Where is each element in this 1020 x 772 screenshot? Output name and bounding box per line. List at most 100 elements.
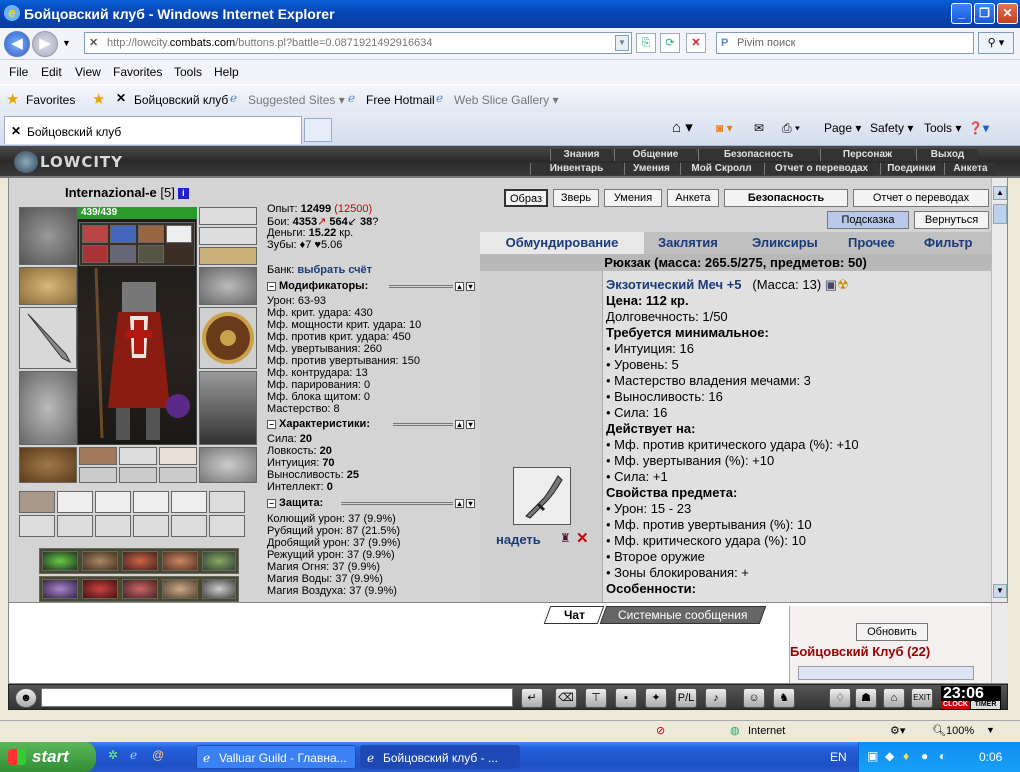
exit-door-icon[interactable]: EXIT (911, 688, 933, 708)
modifiers-header[interactable]: − Модификаторы: ▴ ▾ (267, 280, 475, 293)
scroll-slot[interactable] (19, 491, 55, 513)
helmet-slot[interactable] (19, 207, 77, 265)
scroll-slot[interactable] (57, 491, 93, 513)
tray-clock[interactable]: 0:06 (979, 750, 1002, 764)
fav-club-link[interactable]: Бойцовский клуб (134, 93, 228, 107)
tools-menu[interactable]: Tools ▾ (924, 121, 961, 135)
rss-icon[interactable]: ◙ ▾ (716, 121, 733, 135)
fav-suggested-sites[interactable]: Suggested Sites ▾ (248, 93, 345, 107)
nav-inventory[interactable]: Инвентарь (530, 163, 622, 175)
fighter-icon[interactable]: ✦ (645, 688, 667, 708)
skills-button[interactable]: Умения (604, 189, 662, 207)
address-input[interactable]: ✕ http://lowcity.combats.com/buttons.pl?… (84, 32, 632, 54)
up-arrow-icon[interactable]: ▴ (455, 282, 464, 291)
tray-network-icon[interactable]: ▣ (867, 749, 878, 763)
scroll-up-icon[interactable]: ▲ (993, 186, 1007, 200)
rune-slots[interactable] (79, 222, 195, 266)
hint-button[interactable]: Подсказка (827, 211, 909, 229)
chat-scrollbar[interactable] (991, 603, 1008, 683)
leggings-slot[interactable] (199, 371, 257, 445)
defense-header[interactable]: − Защита: ▴ ▾ (267, 497, 475, 510)
zoom-level[interactable]: 100% (946, 725, 974, 737)
scroll-down-icon[interactable]: ▼ (993, 584, 1007, 598)
nav-security[interactable]: Безопасность (698, 149, 818, 161)
rune-slot[interactable] (138, 245, 164, 263)
up-arrow-icon[interactable]: ▴ (455, 420, 464, 429)
transfer-report-button[interactable]: Отчет о переводах (853, 189, 989, 207)
menu-edit[interactable]: Edit (41, 65, 62, 79)
task-club[interactable]: ℯ Бойцовский клуб - ... (360, 745, 520, 769)
weapon-slot[interactable] (19, 307, 77, 369)
menu-tools[interactable]: Tools (174, 65, 202, 79)
tray-icon[interactable]: ● (921, 749, 928, 763)
nav-character[interactable]: Персонаж (820, 149, 914, 161)
item-slot[interactable] (119, 467, 157, 483)
shield-slot[interactable] (199, 307, 257, 369)
rune-slot[interactable] (110, 225, 136, 243)
amulet-slot[interactable] (199, 227, 257, 245)
tray-icon[interactable]: ◆ (885, 749, 894, 763)
collapse-icon[interactable]: − (267, 281, 276, 291)
nav-profile[interactable]: Анкета (944, 163, 996, 175)
address-dropdown-icon[interactable]: ▼ (615, 35, 629, 51)
nav-my-scroll[interactable]: Мой Скролл (680, 163, 762, 175)
rune-slot[interactable] (82, 225, 108, 243)
scroll-slot[interactable] (95, 491, 131, 513)
equip-link[interactable]: надеть (496, 532, 541, 547)
task-valluar[interactable]: ℯ Valluar Guild - Главна... (196, 745, 356, 769)
smiles-icon[interactable]: ☺ (743, 688, 765, 708)
bank-link[interactable]: выбрать счёт (297, 264, 372, 276)
tab-system-messages[interactable]: Системные сообщения (599, 606, 767, 624)
refresh-icon[interactable]: ⟳ (660, 33, 680, 53)
tab-elixirs[interactable]: Эликсиры (752, 235, 818, 250)
spell-icon[interactable] (162, 551, 198, 571)
menu-favorites[interactable]: Favorites (113, 65, 162, 79)
ie-quicklaunch-icon[interactable]: ℯ (130, 748, 137, 762)
armor-slot[interactable] (19, 371, 77, 445)
knight-icon[interactable]: ♞ (773, 688, 795, 708)
item-image[interactable] (513, 467, 571, 525)
maximize-button[interactable]: ❐ (974, 3, 995, 24)
info-icon[interactable]: i (177, 188, 189, 200)
rune-slot[interactable] (82, 245, 108, 263)
spell-icon[interactable] (42, 551, 78, 571)
zoom-icon[interactable]: 🔍︎ (932, 724, 946, 737)
quicklaunch-icon[interactable]: ✲ (108, 748, 118, 762)
pet-button[interactable]: Зверь (553, 189, 599, 207)
help-icon[interactable]: ❓▾ (968, 121, 989, 135)
tab-club[interactable]: ✕ Бойцовский клуб (4, 116, 302, 144)
addon-icon[interactable]: ⚙▾ (890, 724, 905, 737)
scroll-slot[interactable] (57, 515, 93, 537)
rune-slot[interactable] (138, 225, 164, 243)
security-button[interactable]: Безопасность (724, 189, 848, 207)
down-arrow-icon[interactable]: ▾ (466, 499, 475, 508)
forward-button[interactable]: ▶ (32, 31, 58, 57)
menu-help[interactable]: Help (214, 65, 239, 79)
item-slot[interactable] (159, 467, 197, 483)
favorites-button[interactable]: Favorites (26, 93, 75, 107)
menu-file[interactable]: File (9, 65, 28, 79)
down-arrow-icon[interactable]: ▾ (466, 420, 475, 429)
gloves-slot[interactable] (199, 267, 257, 305)
tab-other[interactable]: Прочее (848, 235, 895, 250)
menu-view[interactable]: View (75, 65, 101, 79)
sound-icon[interactable]: ♪ (705, 688, 727, 708)
pl-icon[interactable]: P/L (675, 688, 697, 708)
item-slot[interactable] (79, 467, 117, 483)
scroll-slot[interactable] (19, 515, 55, 537)
stats-header[interactable]: − Характеристики: ▴ ▾ (267, 418, 475, 431)
history-dropdown-icon[interactable]: ▼ (62, 38, 71, 48)
item-slot[interactable] (119, 447, 157, 465)
down-arrow-icon[interactable]: ▾ (466, 282, 475, 291)
nav-skills[interactable]: Умения (624, 163, 678, 175)
mail-icon[interactable]: ✉ (754, 121, 764, 135)
bag-icon[interactable]: ♢ (829, 688, 851, 708)
item-slot[interactable] (79, 447, 117, 465)
zoom-dropdown-icon[interactable]: ▼ (986, 725, 995, 735)
safety-menu[interactable]: Safety ▾ (870, 121, 913, 135)
collapse-icon[interactable]: − (267, 498, 276, 508)
chat-area[interactable]: Чат Системные сообщения Обновить Бойцовс… (8, 602, 1008, 684)
item-slot[interactable] (159, 447, 197, 465)
nav-knowledge[interactable]: Знания (550, 149, 612, 161)
mail-quicklaunch-icon[interactable]: @ (152, 748, 164, 762)
